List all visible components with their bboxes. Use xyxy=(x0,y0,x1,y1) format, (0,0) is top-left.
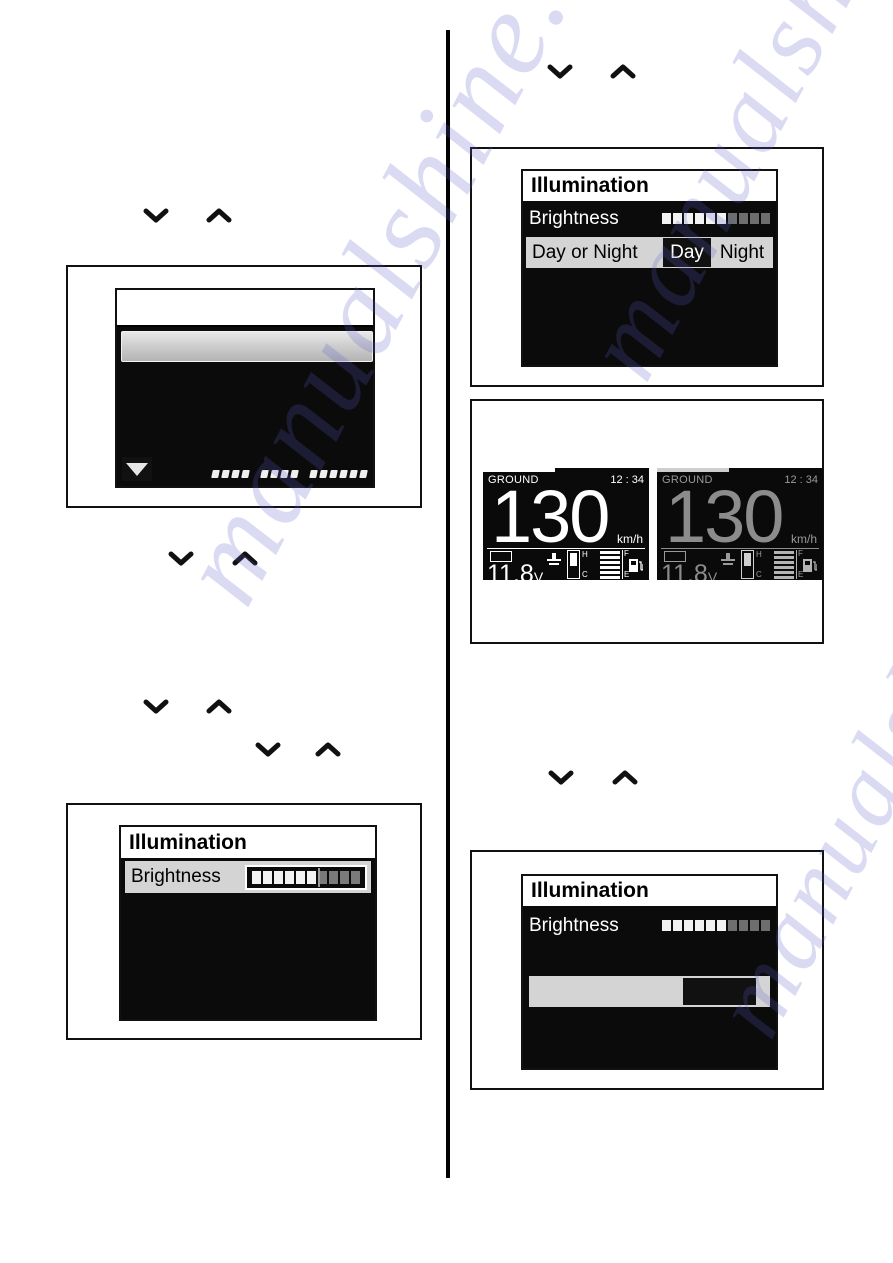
fuel-gauge-bars xyxy=(774,551,794,580)
lcd-illumination-day-night: Illumination Brightness Day or Night Day… xyxy=(521,169,778,367)
chevron-up-icon xyxy=(608,60,638,82)
fuel-gauge-rail xyxy=(622,550,623,579)
row-label: Brightness xyxy=(529,207,619,229)
selection-knob[interactable] xyxy=(683,978,756,1005)
menu-title-bar xyxy=(117,290,373,327)
column-divider xyxy=(446,30,450,1178)
meter-top-accent xyxy=(483,468,555,472)
row-label: Brightness xyxy=(131,866,221,887)
meter-speed: 130 xyxy=(665,475,784,558)
fuel-gauge-full-label: F xyxy=(624,549,629,558)
chevron-down-icon xyxy=(141,695,171,717)
meter-display-night: GROUND 12 : 34 130 km/h 11.8V H C F E xyxy=(657,468,823,580)
lcd-illumination-screen: Illumination Brightness xyxy=(119,825,377,1021)
fuel-gauge-bars xyxy=(600,551,620,580)
temp-gauge xyxy=(741,550,754,579)
meter-speed-unit: km/h xyxy=(616,532,643,546)
temp-gauge-low-label: C xyxy=(756,570,762,579)
meter-voltage: 11.8V xyxy=(661,560,718,581)
lcd-illumination-highlight: Illumination Brightness xyxy=(521,874,778,1070)
figure-illumination-brightness: Illumination Brightness xyxy=(66,803,422,1040)
meter-speed-unit: km/h xyxy=(790,532,817,546)
meter-clock: 12 : 34 xyxy=(610,474,644,486)
chevron-down-icon xyxy=(166,547,196,569)
row-day-or-night[interactable]: Day or Night Day Night xyxy=(526,237,773,268)
row-label: Day or Night xyxy=(532,241,638,263)
thermometer-icon xyxy=(720,553,736,570)
voltage-value: 11.8 xyxy=(487,560,534,581)
row-brightness[interactable]: Brightness xyxy=(125,861,371,893)
voltage-unit: V xyxy=(707,569,718,580)
chevron-down-icon xyxy=(545,60,575,82)
row-brightness[interactable]: Brightness xyxy=(529,203,770,234)
lcd-title: Illumination xyxy=(121,827,375,858)
voltage-value: 11.8 xyxy=(661,560,708,581)
chevron-down-icon xyxy=(546,766,576,788)
meter-divider xyxy=(661,548,819,549)
manual-page: manualshine.com manualshine.com manualsh… xyxy=(0,0,893,1263)
chevron-up-icon xyxy=(610,766,640,788)
brightness-bar[interactable] xyxy=(662,213,770,224)
lcd-menu-screen xyxy=(115,288,375,488)
fuel-gauge-full-label: F xyxy=(798,549,803,558)
option-day[interactable]: Day xyxy=(663,238,711,267)
meter-display-day: GROUND 12 : 34 130 km/h 11.8V H C F E xyxy=(483,468,649,580)
temp-gauge-low-label: C xyxy=(582,570,588,579)
meter-top-accent xyxy=(657,468,729,472)
figure-illumination-day-night: Illumination Brightness Day or Night Day… xyxy=(470,147,824,387)
thermometer-icon xyxy=(546,553,562,570)
figure-meter-comparison: GROUND 12 : 34 130 km/h 11.8V H C F E GR… xyxy=(470,399,824,644)
row-brightness[interactable]: Brightness xyxy=(529,910,770,941)
meter-speed: 130 xyxy=(491,475,610,558)
lcd-title: Illumination xyxy=(523,876,776,906)
meter-divider xyxy=(487,548,645,549)
fuel-pump-icon xyxy=(803,558,818,573)
figure-menu-list xyxy=(66,265,422,508)
meter-clock: 12 : 34 xyxy=(784,474,818,486)
row-label: Brightness xyxy=(529,914,619,936)
chevron-down-icon xyxy=(253,738,283,760)
fuel-gauge-rail xyxy=(796,550,797,579)
chevron-up-icon xyxy=(204,695,234,717)
brightness-bar[interactable] xyxy=(662,920,770,931)
voltage-unit: V xyxy=(533,569,544,580)
figure-illumination-highlight: Illumination Brightness xyxy=(470,850,824,1090)
menu-row-highlighted[interactable] xyxy=(121,331,373,362)
fuel-pump-icon xyxy=(629,558,644,573)
option-night[interactable]: Night xyxy=(711,238,773,267)
lcd-title: Illumination xyxy=(523,171,776,201)
chevron-up-icon xyxy=(313,738,343,760)
status-text-redacted xyxy=(211,470,368,478)
row-day-or-night-highlight[interactable] xyxy=(529,976,770,1007)
day-night-options[interactable]: Day Night xyxy=(663,238,773,267)
temp-gauge xyxy=(567,550,580,579)
chevron-down-icon xyxy=(141,204,171,226)
triangle-down-icon[interactable] xyxy=(122,457,152,481)
brightness-bar[interactable] xyxy=(245,864,367,890)
chevron-up-icon xyxy=(204,204,234,226)
temp-gauge-high-label: H xyxy=(582,550,588,559)
chevron-up-icon xyxy=(230,547,260,569)
temp-gauge-high-label: H xyxy=(756,550,762,559)
meter-voltage: 11.8V xyxy=(487,560,544,581)
